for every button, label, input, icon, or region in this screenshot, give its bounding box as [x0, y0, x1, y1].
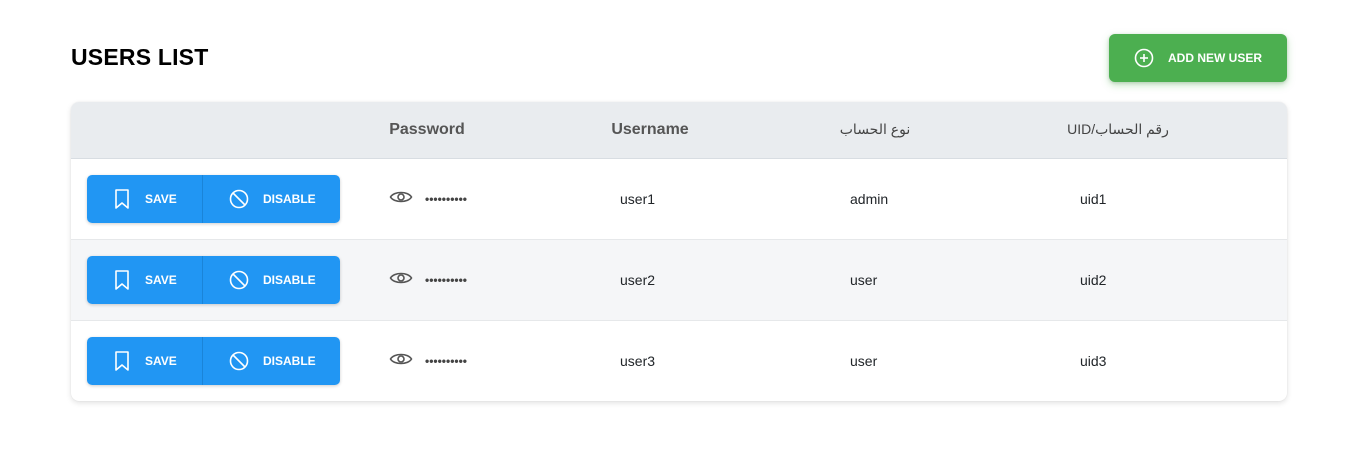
save-button[interactable]: SAVE	[87, 337, 203, 385]
column-header-actions	[111, 102, 341, 159]
save-label: SAVE	[145, 192, 177, 206]
column-header-username: Username	[611, 121, 689, 138]
eye-icon[interactable]	[389, 351, 413, 372]
add-new-user-label: ADD NEW USER	[1167, 51, 1262, 65]
column-header-password: Password	[389, 121, 465, 138]
password-cell: ••••••••••	[389, 269, 467, 291]
users-table: Password Username نوع الحساب UID/رقم الح…	[71, 102, 1287, 401]
eye-icon[interactable]	[389, 270, 413, 291]
save-label: SAVE	[145, 273, 177, 287]
uid-cell: uid3	[1080, 353, 1107, 369]
plus-circle-icon	[1134, 48, 1154, 68]
bookmark-icon	[113, 350, 131, 372]
password-value: ••••••••••	[425, 354, 468, 368]
table-header: Password Username نوع الحساب UID/رقم الح…	[71, 102, 1287, 159]
block-icon	[229, 351, 249, 371]
add-new-user-button[interactable]: ADD NEW USER	[1109, 34, 1287, 82]
save-button[interactable]: SAVE	[87, 256, 203, 304]
account-type-cell: admin	[850, 191, 889, 207]
disable-label: DISABLE	[263, 354, 316, 368]
block-icon	[229, 189, 249, 209]
table-row: SAVE DISABLE •••••••••• user2 user uid2	[71, 240, 1287, 321]
account-type-cell: user	[850, 353, 878, 369]
uid-cell: uid1	[1080, 191, 1107, 207]
username-cell: user1	[620, 191, 656, 207]
row-action-group: SAVE DISABLE	[87, 337, 340, 385]
column-header-uid: UID/رقم الحساب	[1067, 121, 1169, 137]
uid-cell: uid2	[1080, 272, 1107, 288]
page-title: USERS LIST	[71, 44, 209, 70]
column-header-account-type: نوع الحساب	[839, 121, 911, 137]
disable-label: DISABLE	[263, 273, 316, 287]
username-cell: user2	[620, 272, 656, 288]
row-action-group: SAVE DISABLE	[87, 256, 340, 304]
table-row: SAVE DISABLE •••••••••• user3 user uid3	[71, 321, 1287, 401]
account-type-cell: user	[850, 272, 878, 288]
password-value: ••••••••••	[425, 273, 468, 287]
bookmark-icon	[113, 269, 131, 291]
row-action-group: SAVE DISABLE	[87, 175, 340, 223]
disable-button[interactable]: DISABLE	[203, 256, 340, 304]
username-cell: user3	[620, 353, 656, 369]
disable-label: DISABLE	[263, 192, 316, 206]
table-row: SAVE DISABLE •••••••••• user1 admin uid1	[71, 159, 1287, 240]
bookmark-icon	[113, 188, 131, 210]
password-cell: ••••••••••	[389, 188, 467, 210]
save-button[interactable]: SAVE	[87, 175, 203, 223]
disable-button[interactable]: DISABLE	[203, 337, 340, 385]
disable-button[interactable]: DISABLE	[203, 175, 340, 223]
save-label: SAVE	[145, 354, 177, 368]
eye-icon[interactable]	[389, 189, 413, 210]
password-value: ••••••••••	[425, 192, 468, 206]
block-icon	[229, 270, 249, 290]
password-cell: ••••••••••	[389, 350, 467, 372]
